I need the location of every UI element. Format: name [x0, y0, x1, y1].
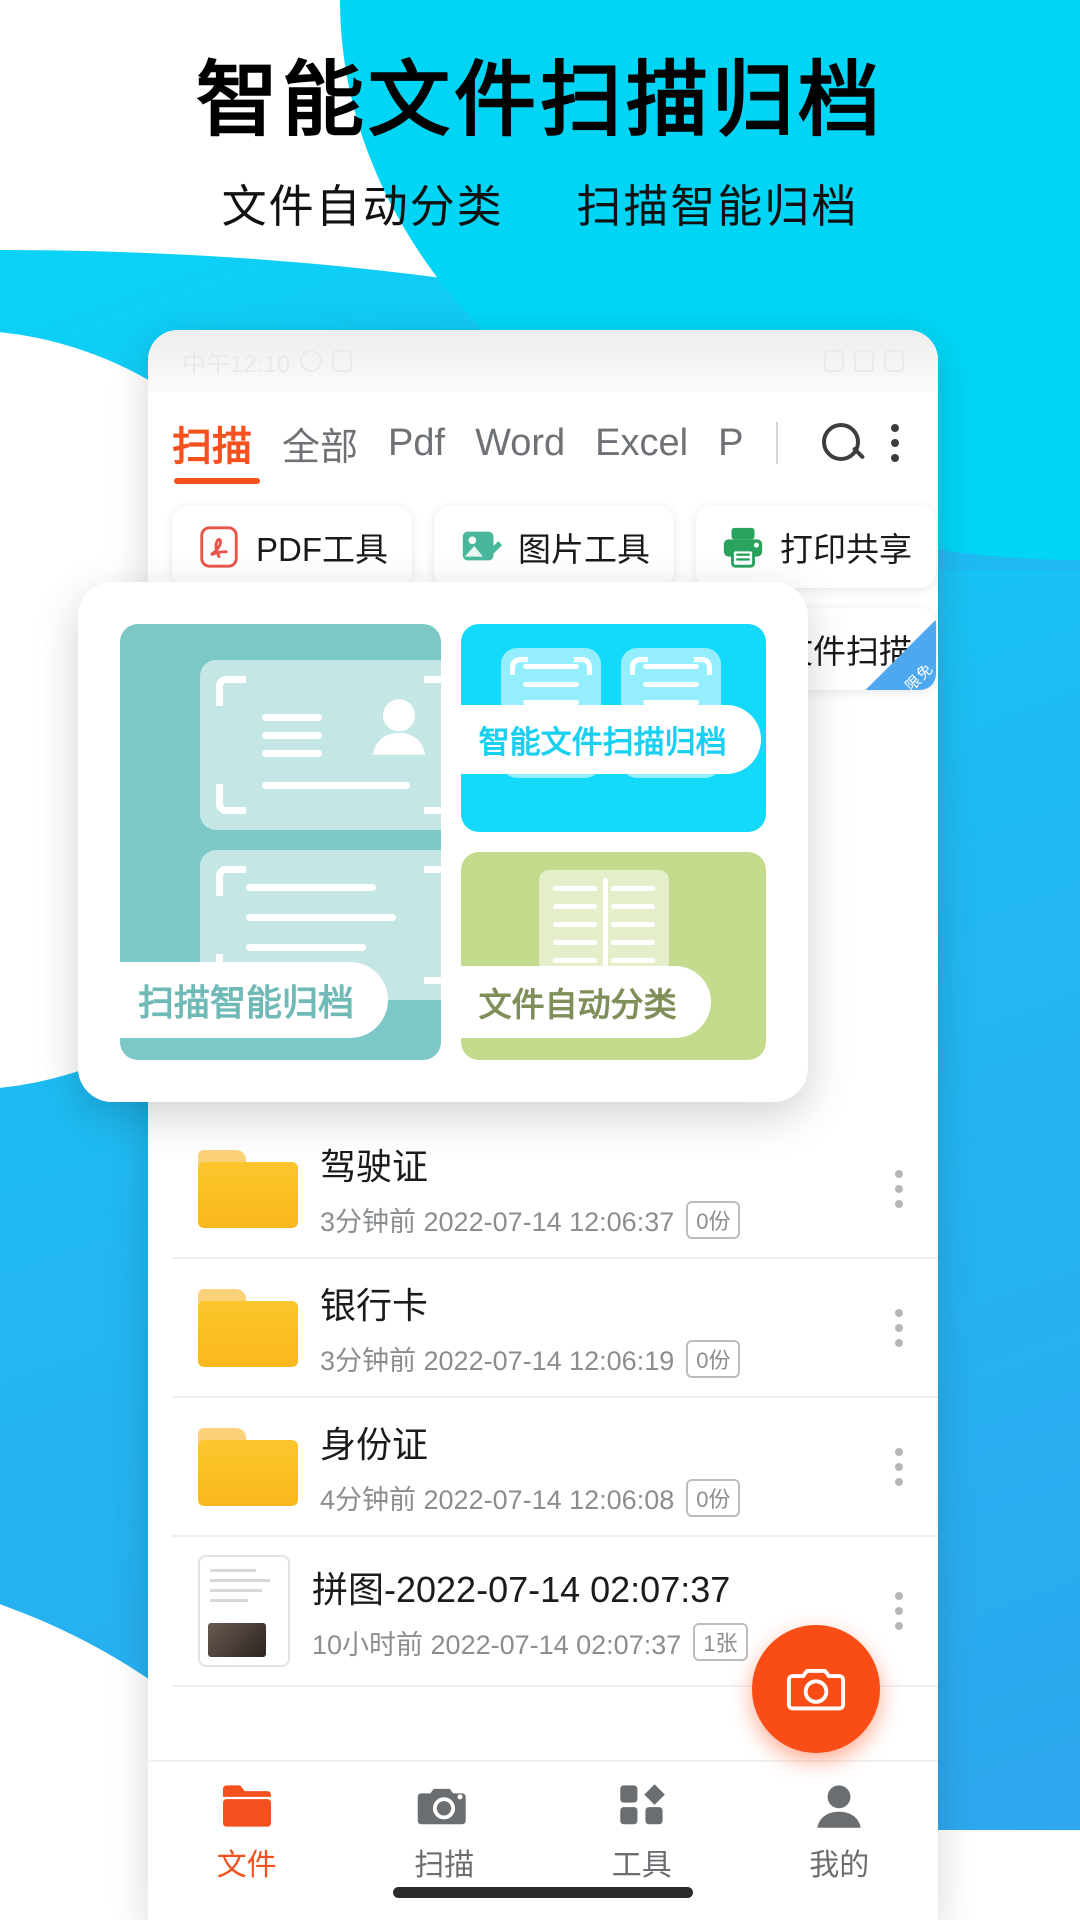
promo-subheadline-right: 扫描智能归档 — [576, 180, 859, 234]
nav-item-tools[interactable]: 工具 — [543, 1782, 741, 1884]
feature-tiles-right: 智能文件扫描归档 文件自动分类 — [460, 624, 766, 1060]
tab-pdf[interactable]: Pdf — [388, 422, 445, 479]
battery-icon — [884, 350, 904, 372]
tab-word[interactable]: Word — [475, 422, 565, 479]
tab-actions — [820, 421, 900, 479]
image-thumbnail — [198, 1555, 290, 1667]
folder-icon — [198, 1288, 298, 1367]
phone-mockup: 中午12:10 扫描 全部 Pdf Word Excel P PDF工具 图片工… — [148, 330, 938, 1920]
file-count-badge: 0份 — [686, 1200, 741, 1239]
tool-chips-row-1: PDF工具 图片工具 打印共享 — [148, 486, 938, 588]
promo-subheadline-left: 文件自动分类 — [221, 180, 504, 234]
promo-page: 智能文件扫描归档 文件自动分类 扫描智能归档 中午12:10 扫描 全部 Pdf… — [0, 0, 1080, 1920]
tabs-divider — [776, 422, 779, 464]
tab-ppt[interactable]: P — [718, 422, 744, 479]
chip-pdf-tools[interactable]: PDF工具 — [172, 506, 412, 588]
tab-scan[interactable]: 扫描 — [172, 414, 260, 486]
file-timestamp: 3分钟前 2022-07-14 12:06:19 — [320, 1346, 675, 1376]
chip-label: PDF工具 — [256, 531, 388, 568]
pdf-icon — [200, 526, 238, 568]
chip-label: 图片工具 — [518, 531, 650, 568]
person-icon — [817, 1785, 861, 1828]
nav-item-profile[interactable]: 我的 — [741, 1782, 939, 1884]
file-count-badge: 1张 — [693, 1623, 748, 1661]
status-bar-right — [824, 350, 904, 372]
search-icon[interactable] — [820, 421, 864, 465]
promo-text-block: 智能文件扫描归档 文件自动分类 扫描智能归档 — [0, 53, 1080, 235]
file-name: 身份证 — [320, 1424, 429, 1465]
camera-icon — [786, 1668, 846, 1711]
feature-tile-auto-classify: 文件自动分类 — [460, 852, 766, 1060]
row-more-icon[interactable] — [894, 1169, 904, 1208]
file-meta: 3分钟前 2022-07-14 12:06:19 0份 — [320, 1339, 872, 1378]
chip-print-share[interactable]: 打印共享 — [696, 506, 936, 588]
feature-tile-label: 智能文件扫描归档 — [460, 705, 761, 774]
file-type-tabs: 扫描 全部 Pdf Word Excel P — [148, 392, 938, 486]
file-timestamp: 4分钟前 2022-07-14 12:06:08 — [320, 1485, 675, 1515]
image-edit-icon — [462, 531, 503, 561]
file-row-main: 驾驶证 3分钟前 2022-07-14 12:06:37 0份 — [320, 1138, 872, 1239]
printer-icon — [723, 527, 763, 568]
nav-label: 工具 — [611, 1849, 672, 1882]
nav-item-files[interactable]: 文件 — [148, 1782, 346, 1884]
nav-label: 我的 — [809, 1849, 870, 1882]
file-list: 驾驶证 3分钟前 2022-07-14 12:06:37 0份 银行卡 3分钟前… — [148, 1120, 938, 1687]
folder-icon — [198, 1149, 298, 1228]
feature-tile-label: 扫描智能归档 — [120, 962, 389, 1038]
file-timestamp: 3分钟前 2022-07-14 12:06:37 — [320, 1207, 675, 1237]
row-more-icon[interactable] — [894, 1447, 904, 1486]
file-row-main: 银行卡 3分钟前 2022-07-14 12:06:19 0份 — [320, 1277, 872, 1378]
open-book-illustration — [538, 870, 669, 980]
file-count-badge: 0份 — [686, 1339, 741, 1378]
nav-item-scan[interactable]: 扫描 — [346, 1782, 544, 1884]
feature-tile-label: 文件自动分类 — [460, 966, 711, 1038]
feature-highlight-card: 扫描智能归档 智能文件扫描归档 文件自动分类 — [78, 582, 808, 1102]
file-name: 银行卡 — [320, 1285, 429, 1326]
status-bar-left: 中午12:10 — [182, 344, 353, 379]
table-row[interactable]: 银行卡 3分钟前 2022-07-14 12:06:19 0份 — [172, 1259, 938, 1398]
wifi-icon — [824, 350, 844, 372]
folder-icon — [222, 1785, 271, 1827]
row-more-icon[interactable] — [894, 1592, 904, 1630]
message-icon — [332, 350, 353, 372]
bottom-navigation: 文件 扫描 工具 我的 — [148, 1760, 938, 1920]
id-card-illustration — [200, 660, 441, 830]
feature-tile-smart-scan: 智能文件扫描归档 — [460, 624, 766, 832]
file-count-badge: 0份 — [686, 1478, 741, 1517]
grid-tools-icon — [620, 1784, 665, 1825]
nav-label: 扫描 — [414, 1849, 475, 1882]
file-name: 拼图-2022-07-14 02:07:37 — [312, 1568, 731, 1610]
row-more-icon[interactable] — [894, 1308, 904, 1347]
chip-image-tools[interactable]: 图片工具 — [434, 506, 674, 588]
file-row-main: 身份证 4分钟前 2022-07-14 12:06:08 0份 — [320, 1416, 872, 1517]
nav-label: 文件 — [216, 1849, 277, 1882]
signal-icon — [854, 350, 874, 372]
folder-icon — [198, 1427, 298, 1506]
promo-headline: 智能文件扫描归档 — [195, 53, 884, 148]
camera-icon — [417, 1788, 466, 1825]
feature-tile-scan-archive: 扫描智能归档 — [120, 624, 441, 1060]
file-name: 驾驶证 — [320, 1146, 429, 1187]
file-meta: 4分钟前 2022-07-14 12:06:08 0份 — [320, 1478, 872, 1517]
home-indicator — [393, 1887, 693, 1898]
status-bar-time: 中午12:10 — [182, 350, 291, 378]
status-bar: 中午12:10 — [148, 330, 938, 392]
tab-all[interactable]: 全部 — [282, 416, 358, 485]
alarm-icon — [300, 350, 323, 372]
avatar-silhouette-icon — [372, 699, 426, 755]
promo-subheadline: 文件自动分类 扫描智能归档 — [0, 170, 1080, 235]
table-row[interactable]: 驾驶证 3分钟前 2022-07-14 12:06:37 0份 — [172, 1120, 938, 1259]
scan-fab-button[interactable] — [752, 1625, 880, 1753]
file-timestamp: 10小时前 2022-07-14 02:07:37 — [312, 1629, 682, 1660]
table-row[interactable]: 身份证 4分钟前 2022-07-14 12:06:08 0份 — [172, 1398, 938, 1537]
chip-label: 打印共享 — [780, 531, 912, 568]
tab-excel[interactable]: Excel — [595, 422, 688, 479]
kebab-menu-icon[interactable] — [890, 424, 900, 462]
file-meta: 3分钟前 2022-07-14 12:06:37 0份 — [320, 1200, 872, 1239]
